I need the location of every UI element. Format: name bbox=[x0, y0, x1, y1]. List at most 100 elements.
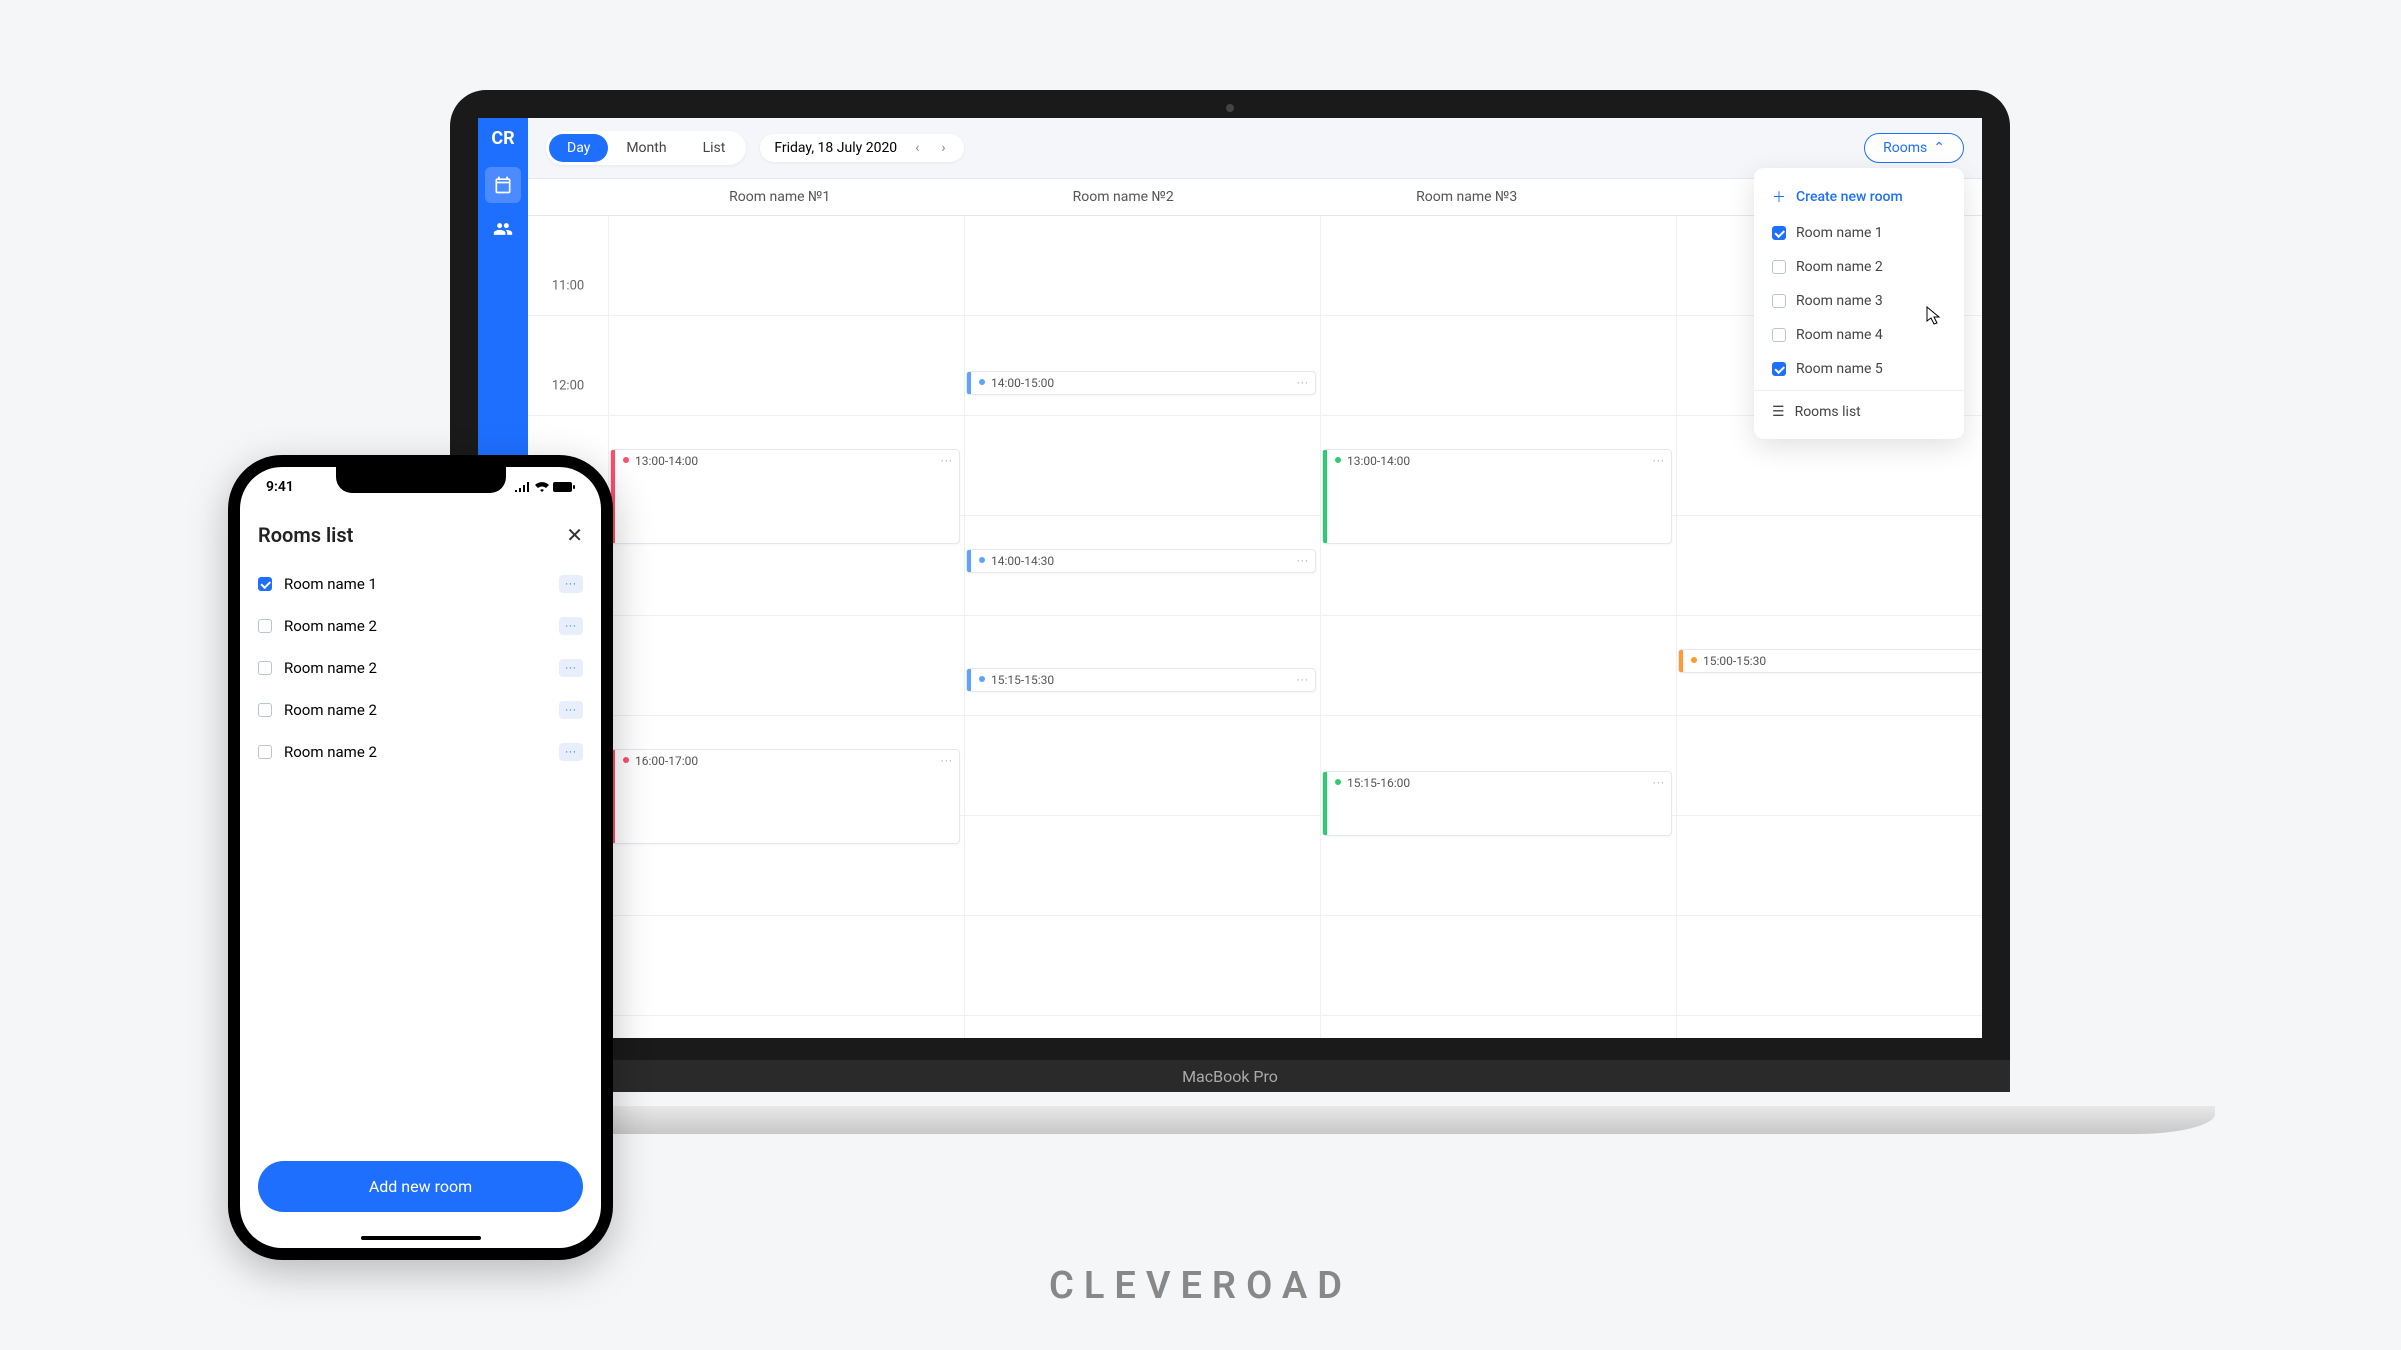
home-indicator[interactable] bbox=[361, 1236, 481, 1240]
event-more-button[interactable]: ··· bbox=[1297, 554, 1309, 568]
event-time-label: 14:00-14:30 bbox=[991, 554, 1054, 568]
prev-day-button[interactable]: ‹ bbox=[911, 140, 923, 156]
wifi-icon bbox=[535, 482, 549, 492]
checkbox[interactable] bbox=[1772, 294, 1786, 308]
event-more-button[interactable]: ··· bbox=[1653, 454, 1665, 468]
event-color-bar bbox=[967, 372, 971, 394]
event-dot-icon bbox=[623, 757, 629, 763]
phone-room-item[interactable]: Room name 2 ··· bbox=[258, 647, 583, 689]
event-dot-icon bbox=[623, 457, 629, 463]
phone-room-item[interactable]: Room name 1 ··· bbox=[258, 563, 583, 605]
event-more-button[interactable]: ··· bbox=[1653, 776, 1665, 790]
checkbox[interactable] bbox=[1772, 260, 1786, 274]
rooms-dropdown-menu: ＋ Create new room Room name 1 Room name … bbox=[1754, 168, 1964, 439]
calendar-event[interactable]: 14:00-14:30 ··· bbox=[966, 549, 1316, 573]
calendar-event[interactable]: 15:00-15:30 ··· bbox=[1678, 649, 1982, 673]
event-dot-icon bbox=[979, 676, 985, 682]
event-more-button[interactable]: ··· bbox=[1297, 376, 1309, 390]
phone-room-item[interactable]: Room name 2 ··· bbox=[258, 605, 583, 647]
calendar-event[interactable]: 14:00-15:00 ··· bbox=[966, 371, 1316, 395]
time-label: 11:00 bbox=[528, 279, 608, 294]
column-header: Room name №1 bbox=[608, 179, 952, 215]
checkbox[interactable] bbox=[258, 577, 272, 591]
status-icons bbox=[515, 482, 575, 492]
column-header: Room name №2 bbox=[952, 179, 1296, 215]
checkbox[interactable] bbox=[1772, 362, 1786, 376]
calendar-event[interactable]: 16:00-17:00 ··· bbox=[610, 749, 960, 844]
event-time-label: 16:00-17:00 bbox=[635, 754, 698, 768]
main-area: Day Month List Friday, 18 July 2020 ‹ › … bbox=[528, 118, 1982, 1038]
phone-room-label: Room name 1 bbox=[284, 575, 547, 593]
phone-room-more-button[interactable]: ··· bbox=[559, 575, 583, 593]
checkbox[interactable] bbox=[258, 619, 272, 633]
dropdown-room-label: Room name 3 bbox=[1796, 293, 1883, 309]
calendar-event[interactable]: 15:15-15:30 ··· bbox=[966, 668, 1316, 692]
calendar-event[interactable]: 13:00-14:00 ··· bbox=[610, 449, 960, 544]
current-date: Friday, 18 July 2020 bbox=[774, 140, 897, 156]
phone-rooms-list: Room name 1 ··· Room name 2 ··· Room nam… bbox=[258, 563, 583, 1161]
phone-content: Rooms list ✕ Room name 1 ··· Room name 2… bbox=[240, 507, 601, 1248]
dropdown-room-item[interactable]: Room name 3 bbox=[1754, 284, 1964, 318]
view-list-button[interactable]: List bbox=[685, 134, 744, 162]
laptop-hinge: MacBook Pro bbox=[450, 1060, 2010, 1092]
create-room-label: Create new room bbox=[1796, 189, 1903, 205]
phone-title: Rooms list bbox=[258, 523, 353, 547]
rooms-list-label: Rooms list bbox=[1795, 404, 1861, 420]
desktop-app: CR Day Month List bbox=[478, 118, 1982, 1038]
sidebar-calendar[interactable] bbox=[485, 167, 521, 203]
event-more-button[interactable]: ··· bbox=[1297, 673, 1309, 687]
dropdown-separator bbox=[1754, 390, 1964, 391]
dropdown-room-item[interactable]: Room name 5 bbox=[1754, 352, 1964, 386]
phone-room-more-button[interactable]: ··· bbox=[559, 701, 583, 719]
close-button[interactable]: ✕ bbox=[566, 523, 583, 547]
checkbox[interactable] bbox=[258, 703, 272, 717]
rooms-dropdown-button[interactable]: Rooms ⌃ bbox=[1864, 133, 1964, 163]
event-more-button[interactable]: ··· bbox=[941, 454, 953, 468]
view-day-button[interactable]: Day bbox=[549, 134, 608, 162]
laptop-model-label: MacBook Pro bbox=[1182, 1067, 1278, 1086]
battery-icon bbox=[553, 482, 575, 492]
phone-room-more-button[interactable]: ··· bbox=[559, 617, 583, 635]
phone-room-item[interactable]: Room name 2 ··· bbox=[258, 731, 583, 773]
view-segmented-control: Day Month List bbox=[546, 131, 746, 165]
dropdown-room-label: Room name 5 bbox=[1796, 361, 1883, 377]
logo: CR bbox=[491, 128, 514, 149]
phone-room-label: Room name 2 bbox=[284, 659, 547, 677]
event-time-label: 14:00-15:00 bbox=[991, 376, 1054, 390]
rooms-list-link[interactable]: ☰ Rooms list bbox=[1754, 395, 1964, 429]
users-icon bbox=[493, 219, 513, 239]
column-header: Room name №3 bbox=[1295, 179, 1639, 215]
event-time-label: 15:00-15:30 bbox=[1703, 654, 1766, 668]
calendar-event[interactable]: 13:00-14:00 ··· bbox=[1322, 449, 1672, 544]
checkbox[interactable] bbox=[258, 745, 272, 759]
phone-screen: 9:41 Rooms list ✕ Room name 1 ··· Room n… bbox=[240, 467, 601, 1248]
laptop-bezel: CR Day Month List bbox=[450, 90, 2010, 1060]
next-day-button[interactable]: › bbox=[937, 140, 949, 156]
calendar-icon bbox=[493, 175, 513, 195]
camera-icon bbox=[1226, 104, 1234, 112]
laptop-screen: CR Day Month List bbox=[478, 118, 1982, 1038]
brand-watermark: CLEVEROAD bbox=[1049, 1264, 1352, 1308]
checkbox[interactable] bbox=[1772, 226, 1786, 240]
calendar-event[interactable]: 15:15-16:00 ··· bbox=[1322, 771, 1672, 836]
dropdown-room-item[interactable]: Room name 1 bbox=[1754, 216, 1964, 250]
create-new-room-button[interactable]: ＋ Create new room bbox=[1754, 178, 1964, 216]
plus-icon: ＋ bbox=[1772, 187, 1786, 207]
laptop-mockup: CR Day Month List bbox=[450, 90, 2010, 1120]
event-color-bar bbox=[967, 550, 971, 572]
checkbox[interactable] bbox=[1772, 328, 1786, 342]
status-time: 9:41 bbox=[266, 479, 294, 495]
checkbox[interactable] bbox=[258, 661, 272, 675]
event-color-bar bbox=[1679, 650, 1683, 672]
dropdown-room-label: Room name 4 bbox=[1796, 327, 1883, 343]
phone-room-more-button[interactable]: ··· bbox=[559, 743, 583, 761]
dropdown-room-item[interactable]: Room name 4 bbox=[1754, 318, 1964, 352]
phone-room-more-button[interactable]: ··· bbox=[559, 659, 583, 677]
phone-room-item[interactable]: Room name 2 ··· bbox=[258, 689, 583, 731]
view-month-button[interactable]: Month bbox=[608, 134, 684, 162]
dropdown-room-item[interactable]: Room name 2 bbox=[1754, 250, 1964, 284]
event-more-button[interactable]: ··· bbox=[941, 754, 953, 768]
sidebar-users[interactable] bbox=[485, 211, 521, 247]
rooms-button-label: Rooms bbox=[1883, 140, 1927, 156]
add-new-room-button[interactable]: Add new room bbox=[258, 1161, 583, 1212]
